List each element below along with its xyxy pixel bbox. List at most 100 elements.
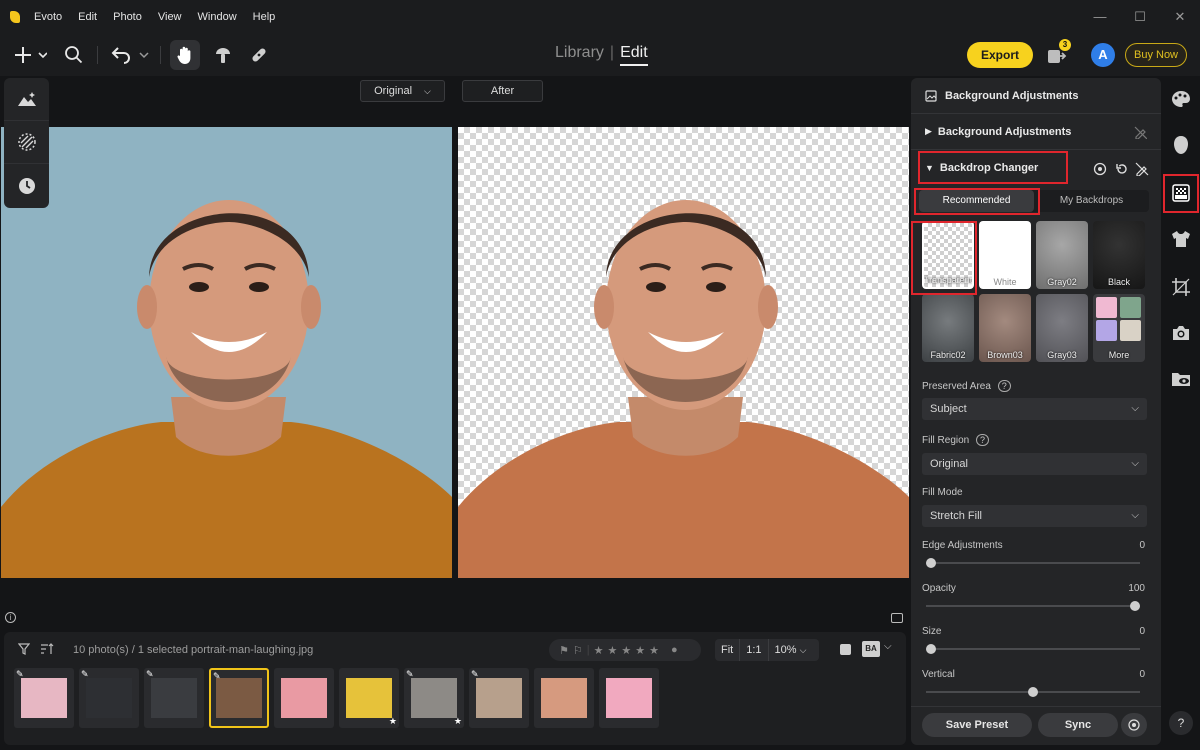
swatch-fabric02[interactable]: Fabric02 [922,294,974,362]
clothing-icon[interactable] [1170,228,1192,250]
thumbnail-item[interactable] [274,668,334,728]
maximize-button[interactable]: ☐ [1120,0,1160,34]
chevron-down-icon: ⌵ [1131,458,1139,469]
slider-label: Size [922,626,942,637]
menu-view[interactable]: View [150,0,190,34]
disable-edit-icon[interactable] [1135,162,1149,176]
thumbnail-item[interactable]: ✎ [14,668,74,728]
save-preset-button[interactable]: Save Preset [922,713,1032,737]
zoom-percent-dropdown[interactable]: 10% ⌵ [769,639,813,661]
thumbnail-item[interactable] [534,668,594,728]
thumbnail-item[interactable]: ✎ [469,668,529,728]
search-button[interactable] [62,40,86,70]
star-icon[interactable]: ★ [607,644,617,657]
reset-icon[interactable] [1115,162,1129,176]
ai-portrait-tool[interactable] [4,78,49,121]
fill-mode-dropdown[interactable]: Stretch Fill ⌵ [922,505,1147,527]
thumbnail-item[interactable] [599,668,659,728]
help-icon[interactable]: ? [976,434,990,446]
swatch-gray02[interactable]: Gray02 [1036,221,1088,289]
disable-edit-icon[interactable] [1134,126,1147,139]
swatch-more[interactable]: More [1093,294,1145,362]
chevron-down-icon[interactable]: ⌵ [884,641,892,652]
before-after-toggle[interactable]: BA [862,641,880,657]
eye-icon[interactable] [1093,162,1107,176]
filter-icon[interactable] [18,643,30,655]
menu-bar: Evoto Edit Photo View Window Help [26,0,283,34]
flag-icon[interactable]: ⚑ [559,644,569,657]
preserved-area-dropdown[interactable]: Subject ⌵ [922,398,1147,420]
star-icon[interactable]: ★ [635,644,645,657]
original-photo[interactable] [1,127,452,578]
mask-brush-button[interactable] [210,40,236,70]
background-adjustments-section[interactable]: ▶ Background Adjustments [911,114,1161,150]
thumbnail-item[interactable]: ★ [339,668,399,728]
single-view-icon[interactable] [840,644,851,655]
hand-tool-button[interactable] [170,40,200,70]
slider-track[interactable] [926,562,1140,564]
split-view-icon[interactable] [891,613,903,623]
help-icon[interactable]: ? [997,380,1011,392]
history-tool[interactable] [4,164,49,207]
add-menu-button[interactable] [12,40,48,70]
close-button[interactable]: ✕ [1160,0,1200,34]
after-photo[interactable] [458,127,909,578]
help-icon[interactable]: ? [1169,711,1193,735]
slider-value[interactable]: 0 [1139,626,1145,637]
menu-edit[interactable]: Edit [70,0,105,34]
slider-value[interactable]: 100 [1128,583,1145,594]
camera-icon[interactable] [1170,322,1192,344]
swatch-black[interactable]: Black [1093,221,1145,289]
thumbnail-item[interactable]: ✎ ★ [404,668,464,728]
minimize-button[interactable]: — [1080,0,1120,34]
original-view-dropdown[interactable]: Original ⌵ [360,80,445,102]
reject-flag-icon[interactable]: ⚐ [573,644,583,657]
star-icon[interactable]: ★ [649,644,659,657]
slider-track[interactable] [926,648,1140,650]
adjustments-panel: Background Adjustments ▶ Background Adju… [911,78,1161,745]
undo-button[interactable] [110,40,150,70]
info-icon[interactable]: i [5,612,16,623]
menu-evoto[interactable]: Evoto [26,0,70,34]
fill-region-dropdown[interactable]: Original ⌵ [922,453,1147,475]
zoom-one-to-one-button[interactable]: 1:1 [740,639,769,661]
thumbnail-item[interactable]: ✎ [144,668,204,728]
export-button[interactable]: Export [967,42,1033,68]
sync-options-button[interactable] [1121,713,1147,737]
menu-help[interactable]: Help [245,0,284,34]
folder-eye-icon[interactable] [1170,368,1192,390]
zoom-fit-button[interactable]: Fit [715,639,741,661]
sort-icon[interactable] [40,643,54,655]
slider-knob[interactable] [1028,687,1038,697]
slider-knob[interactable] [1130,601,1140,611]
menu-photo[interactable]: Photo [105,0,150,34]
color-label-icon[interactable]: ● [671,644,678,656]
panel-header: Background Adjustments [911,78,1161,114]
texture-tool[interactable] [4,121,49,164]
library-tab[interactable]: Library [555,44,604,66]
chevron-down-icon: ⌵ [1131,510,1139,521]
crop-icon[interactable] [1170,276,1192,298]
thumbnail-item[interactable]: ✎ [79,668,139,728]
edit-tab[interactable]: Edit [620,44,648,66]
avatar[interactable]: A [1091,43,1115,67]
slider-knob[interactable] [926,558,936,568]
healing-tool-button[interactable] [246,40,272,70]
after-view-button[interactable]: After [462,80,543,102]
palette-icon[interactable] [1170,88,1192,110]
slider-value[interactable]: 0 [1139,669,1145,680]
sync-button[interactable]: Sync [1038,713,1118,737]
slider-value[interactable]: 0 [1139,540,1145,551]
slider-knob[interactable] [926,644,936,654]
thumbnail-item-selected[interactable]: ✎ [209,668,269,728]
swatch-brown03[interactable]: Brown03 [979,294,1031,362]
face-icon[interactable] [1170,134,1192,156]
buy-now-button[interactable]: Buy Now [1125,43,1187,67]
star-icon[interactable]: ★ [594,644,604,657]
tab-my-backdrops[interactable]: My Backdrops [1034,190,1149,212]
swatch-gray03[interactable]: Gray03 [1036,294,1088,362]
swatch-white[interactable]: White [979,221,1031,289]
star-icon[interactable]: ★ [621,644,631,657]
menu-window[interactable]: Window [190,0,245,34]
slider-track[interactable] [926,605,1140,607]
